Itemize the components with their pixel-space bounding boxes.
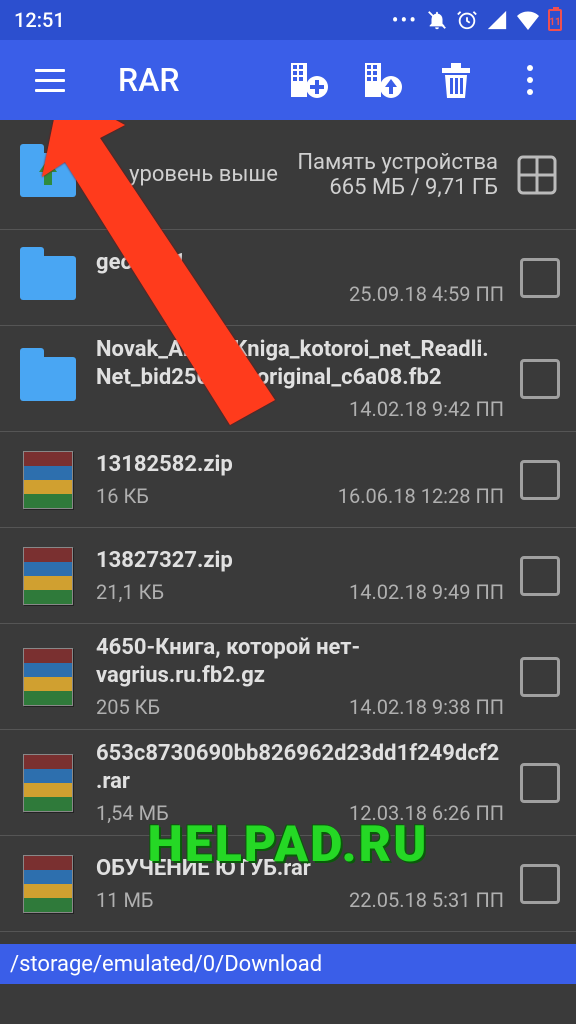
- bell-off-icon: [426, 9, 448, 31]
- checkbox[interactable]: [520, 657, 560, 697]
- overflow-button[interactable]: [506, 56, 554, 104]
- list-item[interactable]: ОБУЧЕНИЕ ЮТУБ.rar 11 МБ 22.05.18 5:31 ПП: [0, 836, 576, 932]
- file-size: 16 КБ: [96, 484, 149, 508]
- archive-icon: [23, 547, 73, 605]
- checkbox[interactable]: [520, 359, 560, 399]
- list-item[interactable]: 4650-Книга, которой нет-vagrius.ru.fb2.g…: [0, 624, 576, 730]
- file-size: 205 КБ: [96, 695, 160, 719]
- folder-icon: [20, 256, 76, 300]
- file-date: 16.06.18 12:28 ПП: [338, 484, 504, 508]
- signal-icon: [486, 9, 508, 31]
- file-size: 21,1 КБ: [96, 580, 164, 604]
- path-bar[interactable]: /storage/emulated/0/Download: [0, 944, 576, 984]
- add-archive-button[interactable]: [284, 56, 332, 104]
- wifi-icon: [516, 10, 540, 30]
- file-size: 11 МБ: [96, 888, 154, 912]
- file-name: 653c8730690bb826962d23dd1f249dcf2.rar: [96, 740, 504, 795]
- app-toolbar: RAR: [0, 40, 576, 120]
- storage-value: 665 МБ / 9,71 ГБ: [329, 175, 498, 200]
- trash-icon: [438, 60, 474, 100]
- file-date: 22.05.18 5:31 ПП: [349, 888, 504, 912]
- hamburger-icon: [35, 69, 65, 92]
- checkbox[interactable]: [520, 460, 560, 500]
- file-list: На уровень выше Память устройства 665 МБ…: [0, 120, 576, 984]
- file-name: geobol_1: [96, 249, 504, 277]
- more-vert-icon: [527, 65, 533, 95]
- file-name: ОБУЧЕНИЕ ЮТУБ.rar: [96, 855, 504, 883]
- app-title: RAR: [118, 61, 266, 99]
- archive-add-icon: [287, 59, 329, 101]
- file-date: 25.09.18 4:59 ПП: [349, 282, 504, 306]
- archive-icon: [23, 451, 73, 509]
- folder-up-icon: [20, 153, 76, 197]
- grid-icon: [514, 152, 560, 198]
- list-item[interactable]: Novak_Aleks_Kniga_kotoroi_net_Readli.Net…: [0, 326, 576, 432]
- delete-button[interactable]: [432, 56, 480, 104]
- file-date: 14.02.18 9:38 ПП: [349, 695, 504, 719]
- alarm-icon: [456, 9, 478, 31]
- folder-icon: [20, 357, 76, 401]
- list-item[interactable]: 13827327.zip 21,1 КБ 14.02.18 9:49 ПП: [0, 528, 576, 624]
- archive-icon: [23, 855, 73, 913]
- checkbox[interactable]: [520, 864, 560, 904]
- file-date: 14.02.18 9:49 ПП: [349, 580, 504, 604]
- menu-button[interactable]: [26, 56, 74, 104]
- view-mode-button[interactable]: [514, 152, 560, 198]
- list-item[interactable]: geobol_1 25.09.18 4:59 ПП: [0, 230, 576, 326]
- file-name: 13827327.zip: [96, 547, 504, 575]
- file-size: 1,54 МБ: [96, 801, 169, 825]
- battery-icon: 11: [548, 9, 562, 31]
- file-name: 13182582.zip: [96, 451, 504, 479]
- archive-icon: [23, 754, 73, 812]
- current-path: /storage/emulated/0/Download: [10, 952, 322, 977]
- checkbox[interactable]: [520, 556, 560, 596]
- status-bar: 12:51 ••• 11: [0, 0, 576, 40]
- archive-icon: [23, 648, 73, 706]
- file-date: 14.02.18 9:42 ПП: [349, 397, 504, 421]
- status-icons: ••• 11: [392, 8, 562, 32]
- status-time: 12:51: [14, 8, 65, 32]
- up-row[interactable]: На уровень выше Память устройства 665 МБ…: [0, 120, 576, 230]
- file-name: Novak_Aleks_Kniga_kotoroi_net_Readli.Net…: [96, 336, 504, 391]
- up-label: На уровень выше: [96, 161, 278, 189]
- more-dots-icon: •••: [392, 8, 418, 32]
- extract-archive-button[interactable]: [358, 56, 406, 104]
- archive-extract-icon: [361, 59, 403, 101]
- file-name: 4650-Книга, которой нет-vagrius.ru.fb2.g…: [96, 634, 504, 689]
- list-item[interactable]: 13182582.zip 16 КБ 16.06.18 12:28 ПП: [0, 432, 576, 528]
- checkbox[interactable]: [520, 258, 560, 298]
- checkbox[interactable]: [520, 763, 560, 803]
- file-date: 12.03.18 6:26 ПП: [349, 801, 504, 825]
- list-item[interactable]: 653c8730690bb826962d23dd1f249dcf2.rar 1,…: [0, 730, 576, 836]
- storage-label: Память устройства: [297, 150, 498, 175]
